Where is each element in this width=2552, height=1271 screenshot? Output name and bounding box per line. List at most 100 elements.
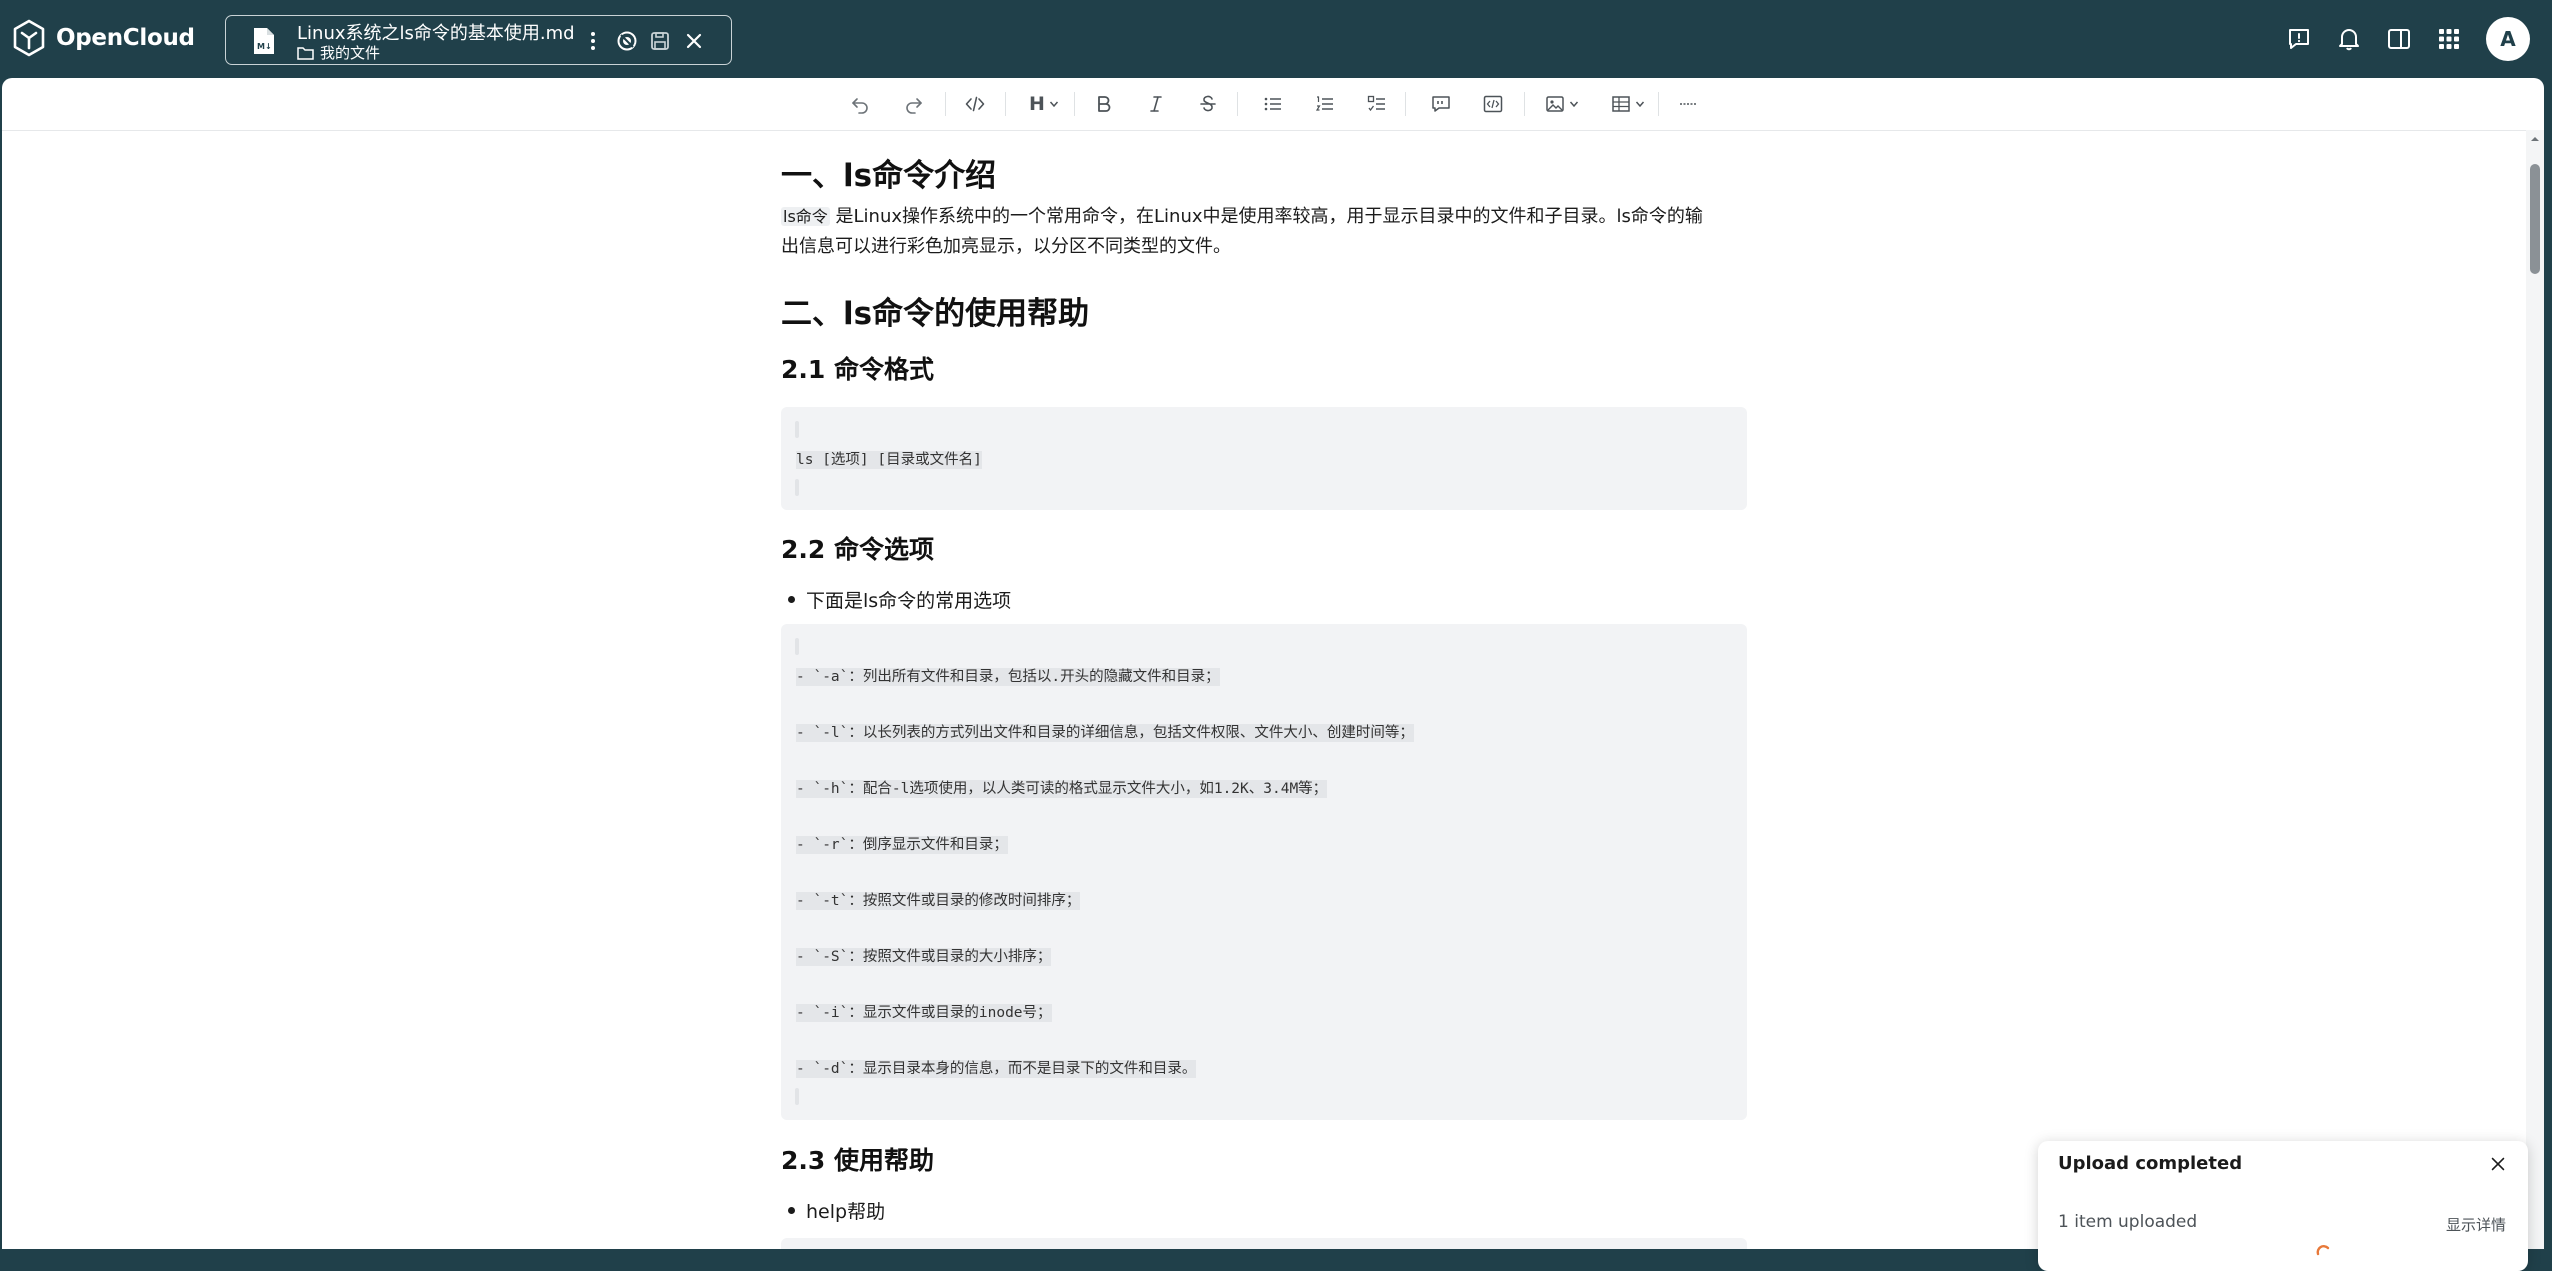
strikethrough-icon xyxy=(1200,95,1216,112)
code-button[interactable] xyxy=(960,90,990,118)
code-line: - `-i`：显示文件或目录的inode号； xyxy=(796,1004,1052,1022)
ordered-list-button[interactable] xyxy=(1313,90,1337,118)
redo-button[interactable] xyxy=(900,90,928,118)
code-block-format[interactable]: ls [选项] [目录或文件名] xyxy=(781,407,1747,510)
list-item: help帮助 xyxy=(781,1197,885,1224)
code-line: - `-d`：显示目录本身的信息，而不是目录下的文件和目录。 xyxy=(796,1060,1197,1078)
bold-button[interactable] xyxy=(1092,90,1116,118)
list-item-text: 下面是ls命令的常用选项 xyxy=(806,590,1012,612)
open-file-tab[interactable]: M↓ Linux系统之ls命令的基本使用.md 我的文件 xyxy=(225,15,732,65)
markdown-file-icon: M↓ xyxy=(254,28,274,54)
inline-code: ls命令 xyxy=(781,207,830,226)
heading-dropdown[interactable]: H xyxy=(1024,90,1064,118)
toolbar-divider xyxy=(1524,92,1525,116)
quote-icon xyxy=(1432,96,1450,112)
chevron-down-icon xyxy=(1049,101,1059,108)
toolbar-divider xyxy=(1074,92,1075,116)
intro-text-line1: 是Linux操作系统中的一个常用命令，在Linux中是使用率较高，用于显示目录中… xyxy=(829,206,1703,227)
code-block-button[interactable] xyxy=(1481,90,1505,118)
editor-toolbar: H xyxy=(2,78,2544,131)
task-list-button[interactable] xyxy=(1365,90,1389,118)
bold-icon xyxy=(1098,96,1111,112)
heading-command-options: 2.2 命令选项 xyxy=(781,535,934,564)
kebab-menu-icon xyxy=(591,32,595,50)
scroll-up-arrow-icon[interactable] xyxy=(2530,134,2540,144)
feedback-icon xyxy=(2289,29,2309,49)
code-fence-marker xyxy=(795,1088,799,1105)
code-fence-marker xyxy=(795,479,799,496)
progress-spinner-icon xyxy=(2316,1245,2330,1256)
toolbar-divider xyxy=(1658,92,1659,116)
code-block-options[interactable]: - `-a`：列出所有文件和目录，包括以.开头的隐藏文件和目录； - `-l`：… xyxy=(781,624,1747,1120)
file-location[interactable]: 我的文件 xyxy=(297,42,380,63)
app-logo[interactable]: OpenCloud xyxy=(12,19,195,57)
autosave-status-button[interactable] xyxy=(615,29,639,53)
feedback-button[interactable] xyxy=(2284,24,2314,54)
code-fence-marker xyxy=(795,638,799,655)
close-file-button[interactable] xyxy=(682,29,706,53)
code-block-help[interactable] xyxy=(781,1238,1747,1249)
italic-button[interactable] xyxy=(1144,90,1168,118)
insert-table-dropdown[interactable] xyxy=(1608,90,1648,118)
horizontal-rule-icon xyxy=(1680,103,1696,105)
code-line: - `-h`：配合-l选项使用，以人类可读的格式显示文件大小，如1.2K、3.4… xyxy=(796,780,1328,798)
blockquote-button[interactable] xyxy=(1429,90,1453,118)
opencloud-logo-icon xyxy=(13,19,45,57)
code-line: - `-l`：以长列表的方式列出文件和目录的详细信息，包括文件权限、文件大小、创… xyxy=(796,724,1414,742)
redo-icon xyxy=(906,98,922,114)
heading-ls-help: 二、ls命令的使用帮助 xyxy=(781,296,1090,332)
user-avatar[interactable]: A xyxy=(2486,17,2530,61)
notifications-button[interactable] xyxy=(2334,24,2364,54)
toast-title: Upload completed xyxy=(2058,1153,2243,1174)
intro-text-line2: 出信息可以进行彩色加亮显示，以分区不同类型的文件。 xyxy=(781,236,1231,257)
toast-close-button[interactable] xyxy=(2486,1152,2510,1176)
horizontal-rule-button[interactable] xyxy=(1676,90,1700,118)
undo-icon xyxy=(852,98,868,114)
intro-paragraph: ls命令 是Linux操作系统中的一个常用命令，在Linux中是使用率较高，用于… xyxy=(781,202,1747,262)
heading-ls-intro: 一、ls命令介绍 xyxy=(781,158,997,194)
toggle-sidebar-button[interactable] xyxy=(2384,24,2414,54)
folder-icon xyxy=(297,46,314,60)
save-button[interactable] xyxy=(648,29,672,53)
file-location-label: 我的文件 xyxy=(320,44,381,62)
save-icon xyxy=(651,32,669,50)
code-line: - `-S`：按照文件或目录的大小排序； xyxy=(796,948,1052,966)
ordered-list-icon xyxy=(1315,96,1333,111)
heading-label: H xyxy=(1029,93,1045,115)
scrollbar[interactable] xyxy=(2526,130,2544,1249)
heading-command-format: 2.1 命令格式 xyxy=(781,355,934,384)
close-icon xyxy=(2491,1157,2505,1171)
insert-image-dropdown[interactable] xyxy=(1542,90,1582,118)
code-block-icon xyxy=(1483,95,1503,113)
bell-icon xyxy=(2339,29,2359,51)
scrollbar-thumb[interactable] xyxy=(2530,164,2540,274)
editor-panel: H 一、ls命令介绍 ls命令 是Linux操作系统中的一个常用命令，在Linu… xyxy=(2,78,2544,1249)
list-item: 下面是ls命令的常用选项 xyxy=(781,586,1011,613)
code-line: - `-a`：列出所有文件和目录，包括以.开头的隐藏文件和目录； xyxy=(796,668,1220,686)
chevron-down-icon xyxy=(1635,101,1645,108)
show-details-link[interactable]: 显示详情 xyxy=(2446,1214,2506,1235)
bullet-dot xyxy=(788,1207,795,1214)
code-icon xyxy=(965,96,985,112)
more-options-button[interactable] xyxy=(581,29,605,53)
checklist-icon xyxy=(1367,95,1385,112)
grid-apps-icon xyxy=(2439,29,2459,49)
heading-usage-help: 2.3 使用帮助 xyxy=(781,1146,934,1175)
app-name: OpenCloud xyxy=(56,25,195,51)
table-icon xyxy=(1612,96,1630,112)
code-line: - `-r`：倒序显示文件和目录； xyxy=(796,836,1008,854)
close-icon xyxy=(686,33,702,49)
bullet-list-icon xyxy=(1264,97,1281,111)
list-item-text: help帮助 xyxy=(806,1201,886,1223)
toolbar-divider xyxy=(1237,92,1238,116)
toolbar-divider xyxy=(1405,92,1406,116)
app-switcher-button[interactable] xyxy=(2434,24,2464,54)
bullet-dot xyxy=(788,596,795,603)
code-fence-marker xyxy=(795,421,799,438)
undo-button[interactable] xyxy=(846,90,874,118)
image-icon xyxy=(1546,96,1564,112)
strikethrough-button[interactable] xyxy=(1196,90,1220,118)
upload-count: 1 item uploaded xyxy=(2058,1212,2198,1232)
bullet-list-button[interactable] xyxy=(1261,90,1285,118)
chevron-down-icon xyxy=(1569,101,1579,108)
